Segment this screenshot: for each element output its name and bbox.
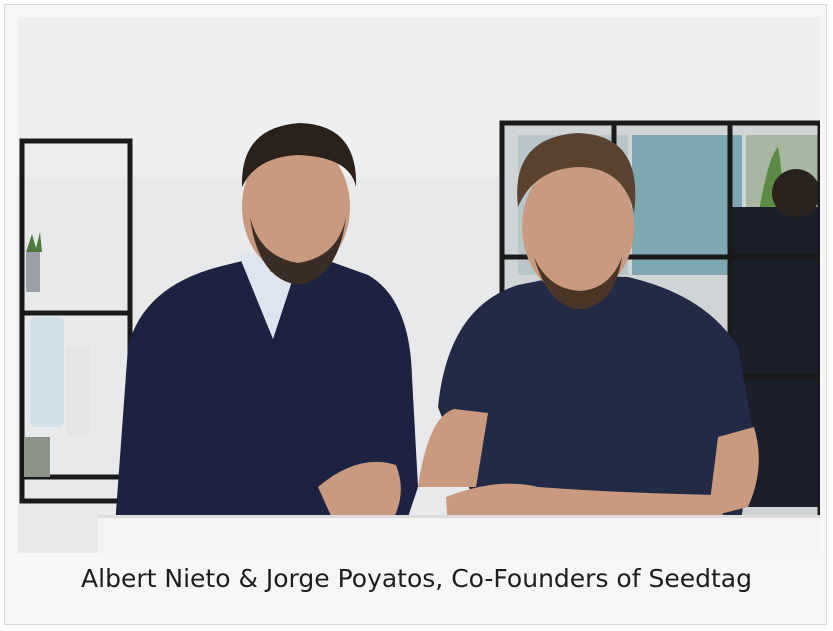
photo-caption: Albert Nieto & Jorge Poyatos, Co-Founder… (81, 564, 752, 593)
founders-photo (18, 17, 820, 553)
photo-illustration (18, 17, 820, 553)
figure: Albert Nieto & Jorge Poyatos, Co-Founder… (4, 4, 827, 625)
table (98, 517, 820, 553)
